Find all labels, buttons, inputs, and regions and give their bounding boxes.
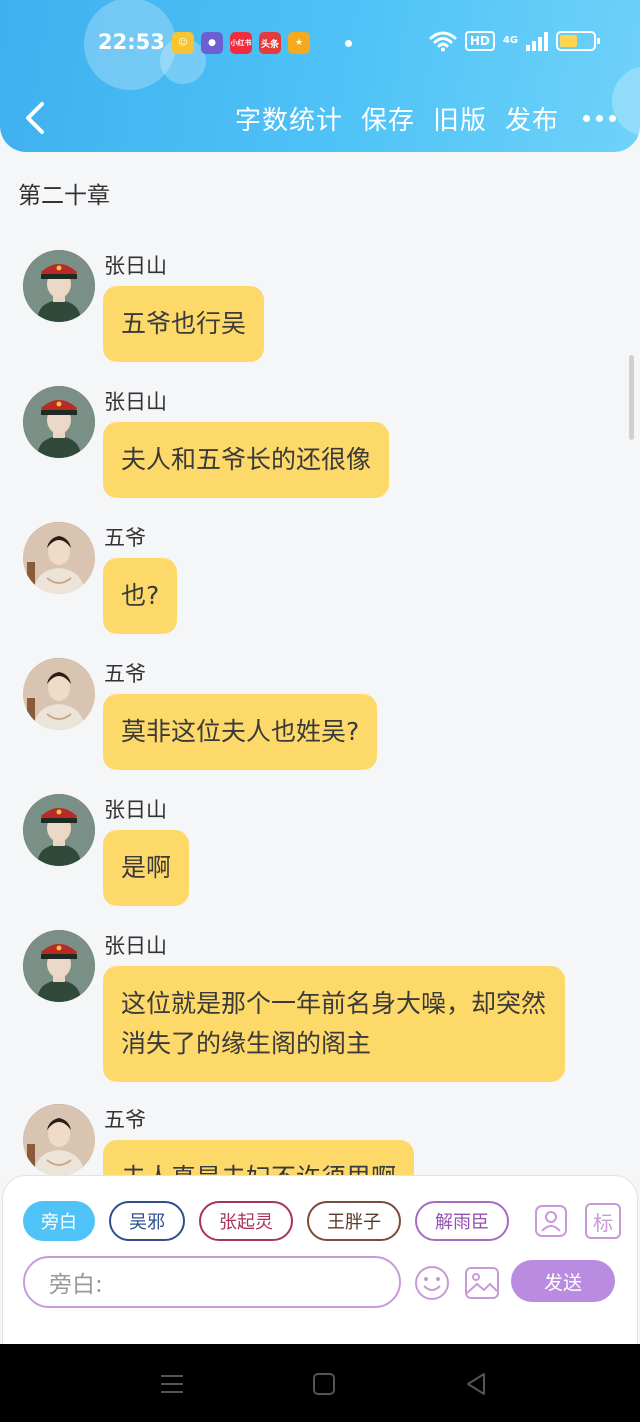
message-bubble[interactable]: 夫人和五爷长的还很像 xyxy=(103,422,390,498)
chapter-title: 第二十章 xyxy=(18,183,110,209)
avatar[interactable] xyxy=(23,386,95,458)
nav-actions: 字数统计 保存 旧版 发布 xyxy=(235,100,616,137)
role-wang-pangzi[interactable]: 王胖子 xyxy=(307,1201,401,1241)
status-indicators: HD 4G xyxy=(429,30,600,52)
role-wu-xie[interactable]: 吴邪 xyxy=(109,1201,185,1241)
message-bubble[interactable]: 夫人真是夫妇不许须里啊 xyxy=(103,1140,415,1175)
role-narration[interactable]: 旁白 xyxy=(23,1201,95,1241)
avatar[interactable] xyxy=(23,658,95,730)
role-selector: 旁白 吴邪 张起灵 王胖子 解雨臣 xyxy=(23,1201,509,1241)
status-bar: 22:53 ☺ ● 小红书 头条 ★ HD 4G xyxy=(0,24,640,64)
image-icon[interactable] xyxy=(463,1264,501,1302)
avatar[interactable] xyxy=(23,794,95,866)
hd-badge: HD xyxy=(464,31,495,51)
message-bubble[interactable]: 是啊 xyxy=(103,830,190,906)
network-type: 4G xyxy=(502,35,518,46)
message-bubble[interactable]: 这位就是那个一年前名身大噪，却突然消失了的缘生阁的阁主 xyxy=(103,966,565,1082)
more-icon[interactable] xyxy=(583,115,616,122)
speaker-name: 张日山 xyxy=(104,390,167,414)
notification-icons: ☺ ● 小红书 头条 ★ xyxy=(172,32,352,54)
speaker-name: 五爷 xyxy=(104,526,146,550)
battery-icon xyxy=(556,31,600,51)
message-bubble[interactable]: 五爷也行吴 xyxy=(103,286,265,362)
home-icon[interactable] xyxy=(310,1370,338,1398)
word-count-button[interactable]: 字数统计 xyxy=(235,100,343,137)
chevron-left-icon xyxy=(26,102,44,134)
app-header: 22:53 ☺ ● 小红书 头条 ★ HD 4G 字数统计 保存 旧版 发布 xyxy=(0,0,640,152)
menu-icon[interactable] xyxy=(158,1370,186,1398)
input-panel: 旁白 吴邪 张起灵 王胖子 解雨臣 标 旁白: 发送 xyxy=(2,1175,638,1345)
scrollbar[interactable] xyxy=(629,355,634,440)
speaker-name: 五爷 xyxy=(104,1108,146,1132)
toutiao-icon: 头条 xyxy=(259,32,281,54)
message-input[interactable]: 旁白: xyxy=(23,1256,401,1308)
xiaohongshu-icon: 小红书 xyxy=(230,32,252,54)
old-version-button[interactable]: 旧版 xyxy=(433,100,487,137)
speaker-name: 张日山 xyxy=(104,254,167,278)
message-bubble[interactable]: 莫非这位夫人也姓吴? xyxy=(103,694,378,770)
avatar[interactable] xyxy=(23,930,95,1002)
emoji-icon[interactable] xyxy=(413,1264,451,1302)
system-nav-bar xyxy=(0,1344,640,1422)
status-time: 22:53 xyxy=(98,30,165,54)
avatar[interactable] xyxy=(23,1104,95,1175)
back-triangle-icon[interactable] xyxy=(462,1370,490,1398)
speaker-name: 张日山 xyxy=(104,934,167,958)
back-button[interactable] xyxy=(20,96,56,140)
signal-icon xyxy=(526,31,548,51)
contact-card-icon[interactable] xyxy=(533,1203,569,1239)
mark-label: 标 xyxy=(585,1203,621,1239)
save-button[interactable]: 保存 xyxy=(361,100,415,137)
avatar[interactable] xyxy=(23,522,95,594)
send-button[interactable]: 发送 xyxy=(511,1260,615,1302)
role-zhang-qiling[interactable]: 张起灵 xyxy=(199,1201,293,1241)
more-notifications-dot xyxy=(345,39,352,47)
speaker-name: 五爷 xyxy=(104,662,146,686)
nav-bar: 字数统计 保存 旧版 发布 xyxy=(0,92,640,146)
wifi-icon xyxy=(429,31,457,52)
game-app-icon: ★ xyxy=(288,32,310,54)
chat-app-icon: ● xyxy=(201,32,223,54)
mark-button[interactable]: 标 xyxy=(585,1203,621,1239)
avatar[interactable] xyxy=(23,250,95,322)
message-bubble[interactable]: 也? xyxy=(103,558,178,634)
smile-app-icon: ☺ xyxy=(172,32,194,54)
message-list[interactable]: 张日山 五爷也行吴 张日山 夫人和五爷长的还很像 五爷 也? 五爷 莫非这位夫人… xyxy=(0,240,640,1175)
publish-button[interactable]: 发布 xyxy=(505,100,559,137)
role-xie-yuchen[interactable]: 解雨臣 xyxy=(415,1201,509,1241)
speaker-name: 张日山 xyxy=(104,798,167,822)
